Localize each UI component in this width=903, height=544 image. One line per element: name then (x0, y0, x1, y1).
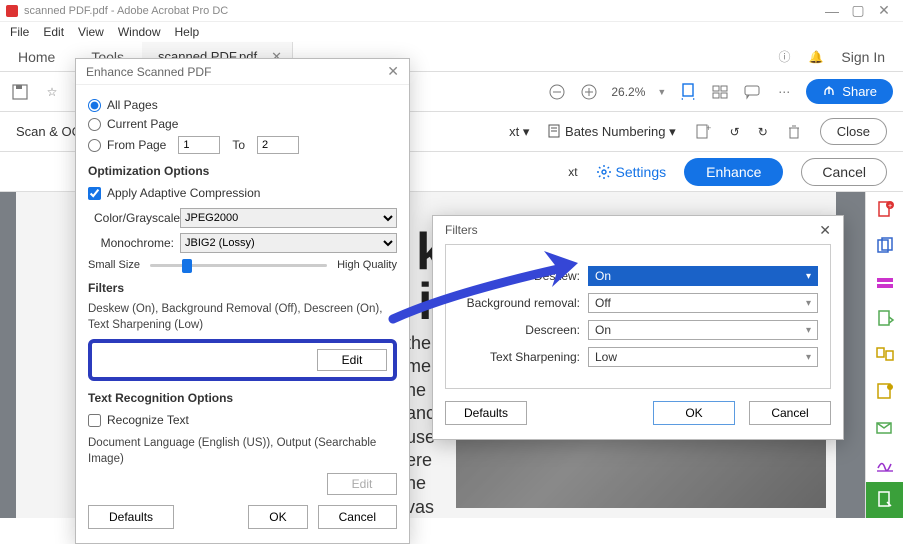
zoom-level[interactable]: 26.2% (611, 85, 645, 99)
optimization-options-label: Optimization Options (88, 164, 397, 178)
text-sharpening-select[interactable]: Low▾ (588, 347, 818, 367)
radio-all-pages[interactable]: All Pages (88, 98, 397, 112)
create-pdf-icon[interactable]: + (866, 192, 903, 228)
filters-cancel-button[interactable]: Cancel (749, 401, 831, 425)
menu-view[interactable]: View (78, 25, 104, 39)
edit-filters-highlight: Edit (88, 339, 397, 381)
organize-pages-icon[interactable] (866, 337, 903, 373)
text-sharpening-label: Text Sharpening: (458, 350, 588, 364)
color-grayscale-label: Color/Grayscale: (94, 211, 174, 225)
help-icon[interactable]: ⓘ (778, 48, 790, 65)
sign-icon[interactable] (866, 446, 903, 482)
filters-dialog-close-icon[interactable]: ✕ (819, 222, 831, 239)
page-display-icon[interactable] (710, 82, 730, 102)
rotate-ccw-icon[interactable]: ↺ (730, 125, 740, 139)
small-size-label: Small Size (88, 259, 140, 271)
monochrome-select[interactable]: JBIG2 (Lossy) (180, 233, 397, 253)
high-quality-label: High Quality (337, 259, 397, 271)
enhance-dialog-close-icon[interactable]: ✕ (387, 63, 399, 80)
filters-dialog-title: Filters (445, 223, 478, 237)
more-tools-icon[interactable] (866, 482, 903, 518)
svg-text:+: + (706, 123, 711, 133)
radio-from-page[interactable]: From Page (88, 138, 166, 152)
more-icon[interactable]: ⋯ (774, 82, 794, 102)
minimize-button[interactable]: — (819, 3, 845, 19)
radio-current-page[interactable]: Current Page (88, 117, 397, 131)
recognize-text-checkbox[interactable]: Recognize Text (88, 413, 397, 427)
to-page-input[interactable] (257, 136, 299, 154)
sign-in-link[interactable]: Sign In (841, 49, 885, 65)
svg-text:+: + (888, 203, 892, 210)
zoom-dropdown-icon[interactable]: ▼ (657, 87, 666, 97)
edit-filters-button[interactable]: Edit (317, 349, 387, 371)
tab-home[interactable]: Home (0, 42, 73, 71)
maximize-button[interactable]: ▢ (845, 2, 871, 19)
filters-label: Filters (88, 281, 397, 295)
comment-icon[interactable] (742, 82, 762, 102)
zoom-in-icon[interactable] (579, 82, 599, 102)
from-page-input[interactable] (178, 136, 220, 154)
filters-summary: Deskew (On), Background Removal (Off), D… (88, 301, 397, 333)
monochrome-label: Monochrome: (94, 236, 174, 250)
background-removal-label: Background removal: (458, 296, 588, 310)
quality-slider[interactable] (150, 264, 327, 267)
window-title: scanned PDF.pdf - Adobe Acrobat Pro DC (24, 5, 819, 17)
to-label: To (232, 138, 245, 152)
filters-defaults-button[interactable]: Defaults (445, 401, 527, 425)
edit-textrec-button[interactable]: Edit (327, 473, 397, 495)
background-removal-select[interactable]: Off▾ (588, 293, 818, 313)
settings-link[interactable]: Settings (596, 164, 667, 180)
send-review-icon[interactable] (866, 409, 903, 445)
window-titlebar: scanned PDF.pdf - Adobe Acrobat Pro DC —… (0, 0, 903, 22)
menubar: File Edit View Window Help (0, 22, 903, 42)
descreen-label: Descreen: (458, 323, 588, 337)
bates-numbering-menu[interactable]: Bates Numbering ▾ (547, 124, 675, 140)
doc-language-summary: Document Language (English (US)), Output… (88, 435, 397, 467)
enhance-button[interactable]: Enhance (684, 158, 783, 186)
pdf-icon (6, 5, 18, 17)
enhance-defaults-button[interactable]: Defaults (88, 505, 174, 529)
star-icon[interactable]: ☆ (42, 82, 62, 102)
menu-file[interactable]: File (10, 25, 29, 39)
menu-help[interactable]: Help (175, 25, 200, 39)
text-recognition-label: Text Recognition Options (88, 391, 397, 405)
close-tool-button[interactable]: Close (820, 118, 887, 145)
adaptive-compression-checkbox[interactable]: Apply Adaptive Compression (88, 186, 397, 200)
cancel-button[interactable]: Cancel (801, 158, 887, 186)
truncated-text-1[interactable]: xt ▾ (509, 124, 529, 140)
deskew-select[interactable]: On▾ (588, 266, 818, 286)
deskew-label: Deskew: (458, 269, 588, 283)
save-icon[interactable] (10, 82, 30, 102)
fit-width-icon[interactable] (678, 82, 698, 102)
menu-window[interactable]: Window (118, 25, 161, 39)
bell-icon[interactable]: 🔔 (808, 50, 823, 64)
comment-tool-icon[interactable] (866, 373, 903, 409)
close-window-button[interactable]: ✕ (871, 2, 897, 19)
enhance-ok-button[interactable]: OK (248, 505, 307, 529)
dialog-filters: Filters ✕ Deskew: On▾ Background removal… (432, 215, 844, 440)
enhance-dialog-title: Enhance Scanned PDF (86, 65, 211, 79)
rotate-cw-icon[interactable]: ↻ (758, 125, 768, 139)
export-pdf-icon[interactable] (866, 301, 903, 337)
truncated-text-2[interactable]: xt (568, 165, 577, 179)
menu-edit[interactable]: Edit (43, 25, 64, 39)
share-label: Share (842, 84, 877, 99)
right-tools-sidebar: + (865, 192, 903, 518)
zoom-out-icon[interactable] (547, 82, 567, 102)
combine-files-icon[interactable] (866, 228, 903, 264)
dialog-enhance-scanned-pdf: Enhance Scanned PDF ✕ All Pages Current … (75, 58, 410, 544)
edit-pdf-icon[interactable] (866, 264, 903, 300)
filters-ok-button[interactable]: OK (653, 401, 735, 425)
enhance-cancel-button[interactable]: Cancel (318, 505, 397, 529)
descreen-select[interactable]: On▾ (588, 320, 818, 340)
color-grayscale-select[interactable]: JPEG2000 (180, 208, 397, 228)
trash-icon[interactable] (786, 124, 802, 140)
add-page-icon[interactable]: + (694, 123, 712, 141)
share-button[interactable]: Share (806, 79, 893, 104)
